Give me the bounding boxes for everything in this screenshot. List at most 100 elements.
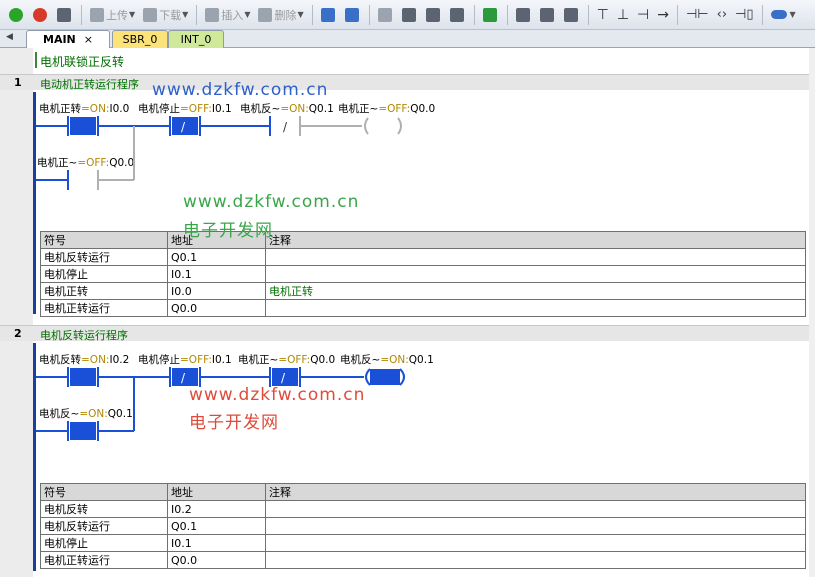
address-cell: Q0.0: [167, 551, 266, 569]
bookmark-icon: [563, 7, 578, 22]
n2-contact-i01-nc[interactable]: /: [169, 367, 201, 387]
symbol-cell: 电机停止: [40, 534, 168, 552]
watermark-url: www.dzkfw.com.cn: [152, 80, 329, 100]
comment-cell: [265, 534, 806, 552]
monitor-button[interactable]: [318, 4, 340, 26]
line-left-button[interactable]: ⊣: [634, 4, 652, 26]
chevron-down-icon: ▼: [129, 10, 136, 19]
table-row[interactable]: 电机反转 I0.2: [40, 500, 806, 518]
compile-icon: [57, 7, 71, 22]
symbol-cell: 电机反转运行: [40, 517, 168, 535]
delete-label: 删除: [274, 8, 297, 22]
chevron-down-icon: ▼: [182, 10, 189, 19]
redo-icon: [425, 7, 440, 22]
undo-icon: [401, 7, 416, 22]
download-button[interactable]: 下载 ▼: [140, 4, 191, 26]
redo-button[interactable]: [423, 4, 445, 26]
n2-branch-contact-q01[interactable]: [67, 421, 99, 441]
address-cell: I0.1: [167, 534, 266, 552]
goto-icon: [482, 7, 497, 22]
n2-coil-q01[interactable]: [365, 368, 405, 386]
close-icon[interactable]: ×: [84, 33, 93, 46]
toolbar-separator: [311, 4, 313, 25]
watermark-name: 电子开发网: [189, 413, 279, 433]
undo-button[interactable]: [399, 4, 421, 26]
insert-box-button[interactable]: ⊣▯: [732, 4, 756, 26]
rectangle-icon: [377, 7, 392, 22]
table-row[interactable]: 电机停止 I0.1: [40, 534, 806, 552]
tab-strip: ◀ MAIN × SBR_0 INT_0: [0, 30, 815, 48]
toolbar-separator: [473, 4, 475, 25]
col-address: 地址: [167, 483, 266, 501]
toolbar-separator: [506, 4, 508, 25]
lock-icon: [515, 7, 530, 22]
toolbar-separator: [676, 4, 678, 25]
network-2-symbol-table: 符号 地址 注释 电机反转 I0.2 电机反转运行 Q0.1 电机停止 I0.1 电机…: [40, 483, 806, 569]
table-row[interactable]: 电机反转运行 Q0.1: [40, 517, 806, 535]
run-icon: [9, 7, 23, 22]
unlock-icon: [539, 7, 554, 22]
stop-icon: [33, 7, 47, 22]
run-button[interactable]: [6, 4, 28, 26]
tab-sbr0[interactable]: SBR_0: [112, 30, 168, 48]
insert-contact-button[interactable]: ⊣⊢: [683, 4, 712, 26]
toggle-pou-button[interactable]: [375, 4, 397, 26]
pause-monitor-button[interactable]: [342, 4, 364, 26]
label-button[interactable]: ▼: [768, 4, 799, 26]
unlock-button[interactable]: [537, 4, 559, 26]
watermark-url: www.dzkfw.com.cn: [189, 385, 366, 405]
insert-label: 插入: [221, 8, 244, 22]
tab-sbr0-label: SBR_0: [122, 33, 158, 46]
symbol-cell: 电机正转运行: [40, 551, 168, 569]
compile-button[interactable]: [54, 4, 76, 26]
stop-button[interactable]: [30, 4, 52, 26]
tag-icon: [770, 10, 787, 19]
comment-cell: [265, 551, 806, 569]
toolbar-separator: [587, 4, 589, 25]
insert-button[interactable]: 插入 ▼: [202, 4, 253, 26]
upload-label: 上传: [106, 8, 128, 22]
toolbar-separator: [761, 4, 763, 25]
toolbar-separator: [196, 4, 198, 25]
n2-contact-i02[interactable]: [67, 367, 99, 387]
col-comment: 注释: [265, 483, 806, 501]
tab-int0[interactable]: INT_0: [168, 30, 224, 48]
tab-scroll-left-icon[interactable]: ◀: [6, 32, 13, 42]
table-row[interactable]: 电机正转运行 Q0.0: [40, 551, 806, 569]
goto-button[interactable]: [480, 4, 502, 26]
watermark-url: www.dzkfw.com.cn: [183, 192, 360, 212]
chevron-down-icon: ▼: [297, 10, 304, 19]
download-icon: [143, 7, 158, 22]
lock-button[interactable]: [513, 4, 535, 26]
clear-icon: [449, 7, 464, 22]
chevron-down-icon: ▼: [244, 10, 251, 19]
upload-icon: [90, 7, 104, 22]
clear-button[interactable]: [447, 4, 469, 26]
symbol-table-header: 符号 地址 注释: [40, 483, 806, 501]
line-down-button[interactable]: ⊥: [614, 4, 632, 26]
comment-cell: [265, 517, 806, 535]
tab-main[interactable]: MAIN ×: [26, 30, 110, 48]
col-symbol: 符号: [40, 483, 168, 501]
upload-button[interactable]: 上传 ▼: [87, 4, 138, 26]
toolbar-separator: [368, 4, 370, 25]
program-status-icon: [320, 7, 335, 22]
insert-icon: [205, 7, 220, 22]
address-cell: I0.2: [167, 500, 266, 518]
tab-int0-label: INT_0: [180, 33, 212, 46]
address-cell: Q0.1: [167, 517, 266, 535]
symbol-cell: 电机反转: [40, 500, 168, 518]
bookmark-button[interactable]: [561, 4, 583, 26]
ladder-editor[interactable]: 电机联锁正反转 1 电动机正转运行程序 电机正转=ON:I0.0 电机停止=OF…: [0, 48, 815, 577]
download-label: 下载: [159, 8, 182, 22]
comment-cell: [265, 500, 806, 518]
insert-coil-button[interactable]: ‹›: [714, 4, 730, 26]
watermark-name: 电子开发网: [183, 221, 273, 241]
n2-contact-q00-nc[interactable]: /: [269, 367, 301, 387]
trend-icon: [344, 7, 359, 22]
delete-button[interactable]: 删除 ▼: [255, 4, 306, 26]
delete-icon: [258, 7, 273, 22]
line-up-button[interactable]: ⊤: [594, 4, 612, 26]
line-right-button[interactable]: →: [654, 4, 672, 26]
toolbar: 上传 ▼ 下载 ▼ 插入 ▼ 删除 ▼ ⊤ ⊥ ⊣ → ⊣⊢ ‹› ⊣▯ ▼: [0, 0, 815, 30]
